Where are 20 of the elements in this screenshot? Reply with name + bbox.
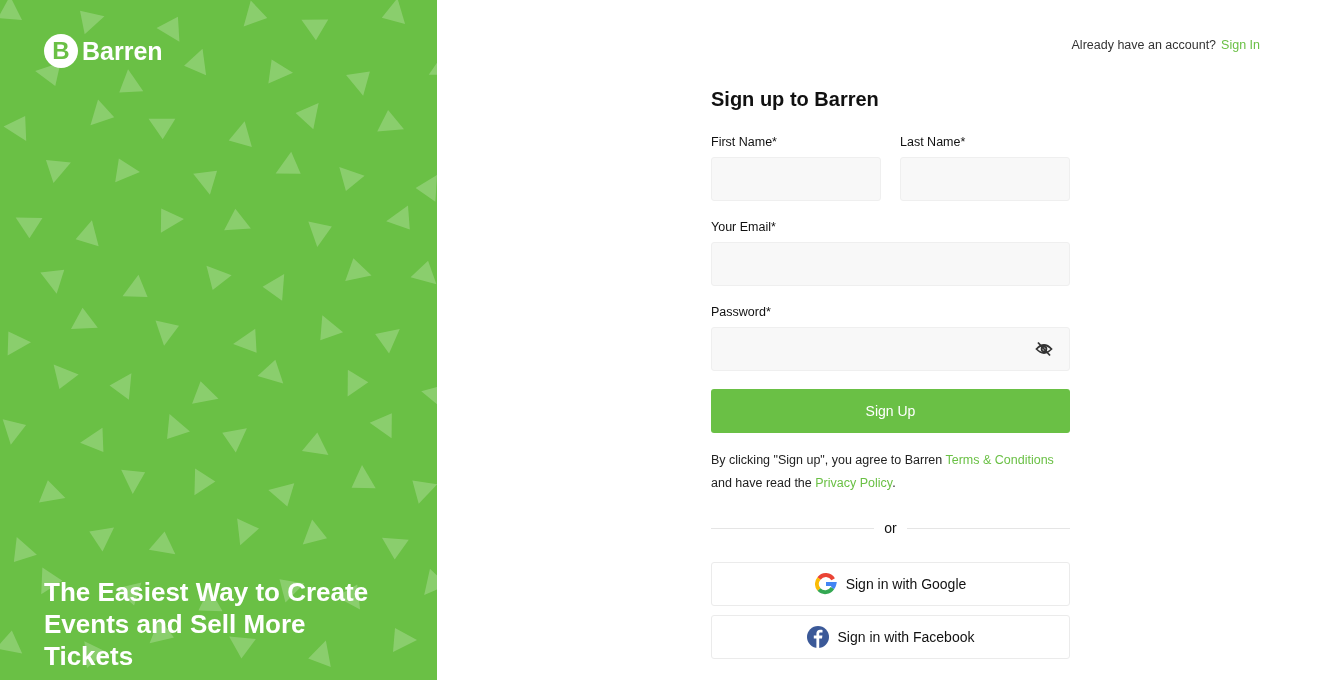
field-label: First Name* [711,135,778,149]
field-label: Password* [711,305,772,319]
input-field[interactable] [711,327,1070,371]
social-sign-in-button[interactable]: Sign in with Facebook [711,615,1070,659]
brand-name: Barren [82,36,163,66]
tagline: The Easiest Way to Create Events and Sell More Tickets [44,576,370,672]
facebook-icon [806,626,829,648]
divider-label: or [884,520,897,536]
eye-slash-icon[interactable] [1035,341,1053,357]
social-sign-in-button[interactable]: Sign in with Google [711,562,1070,606]
link[interactable]: Terms & Conditions [945,453,1054,467]
field-label: Last Name* [900,135,967,149]
field-label: Your Email* [711,220,777,234]
sign-up-button[interactable]: Sign Up [711,389,1070,433]
sign-in-link[interactable]: Sign In [1221,38,1260,52]
account-prompt: Already have an account? [1071,38,1217,52]
logo-icon: B [44,34,78,68]
google-icon [814,573,837,595]
agreement-text: By clicking "Sign up", you agree to Barren Terms & Conditions and have read the Privacy Policy. [711,452,1055,492]
form-title: Sign up to Barren [711,88,880,111]
